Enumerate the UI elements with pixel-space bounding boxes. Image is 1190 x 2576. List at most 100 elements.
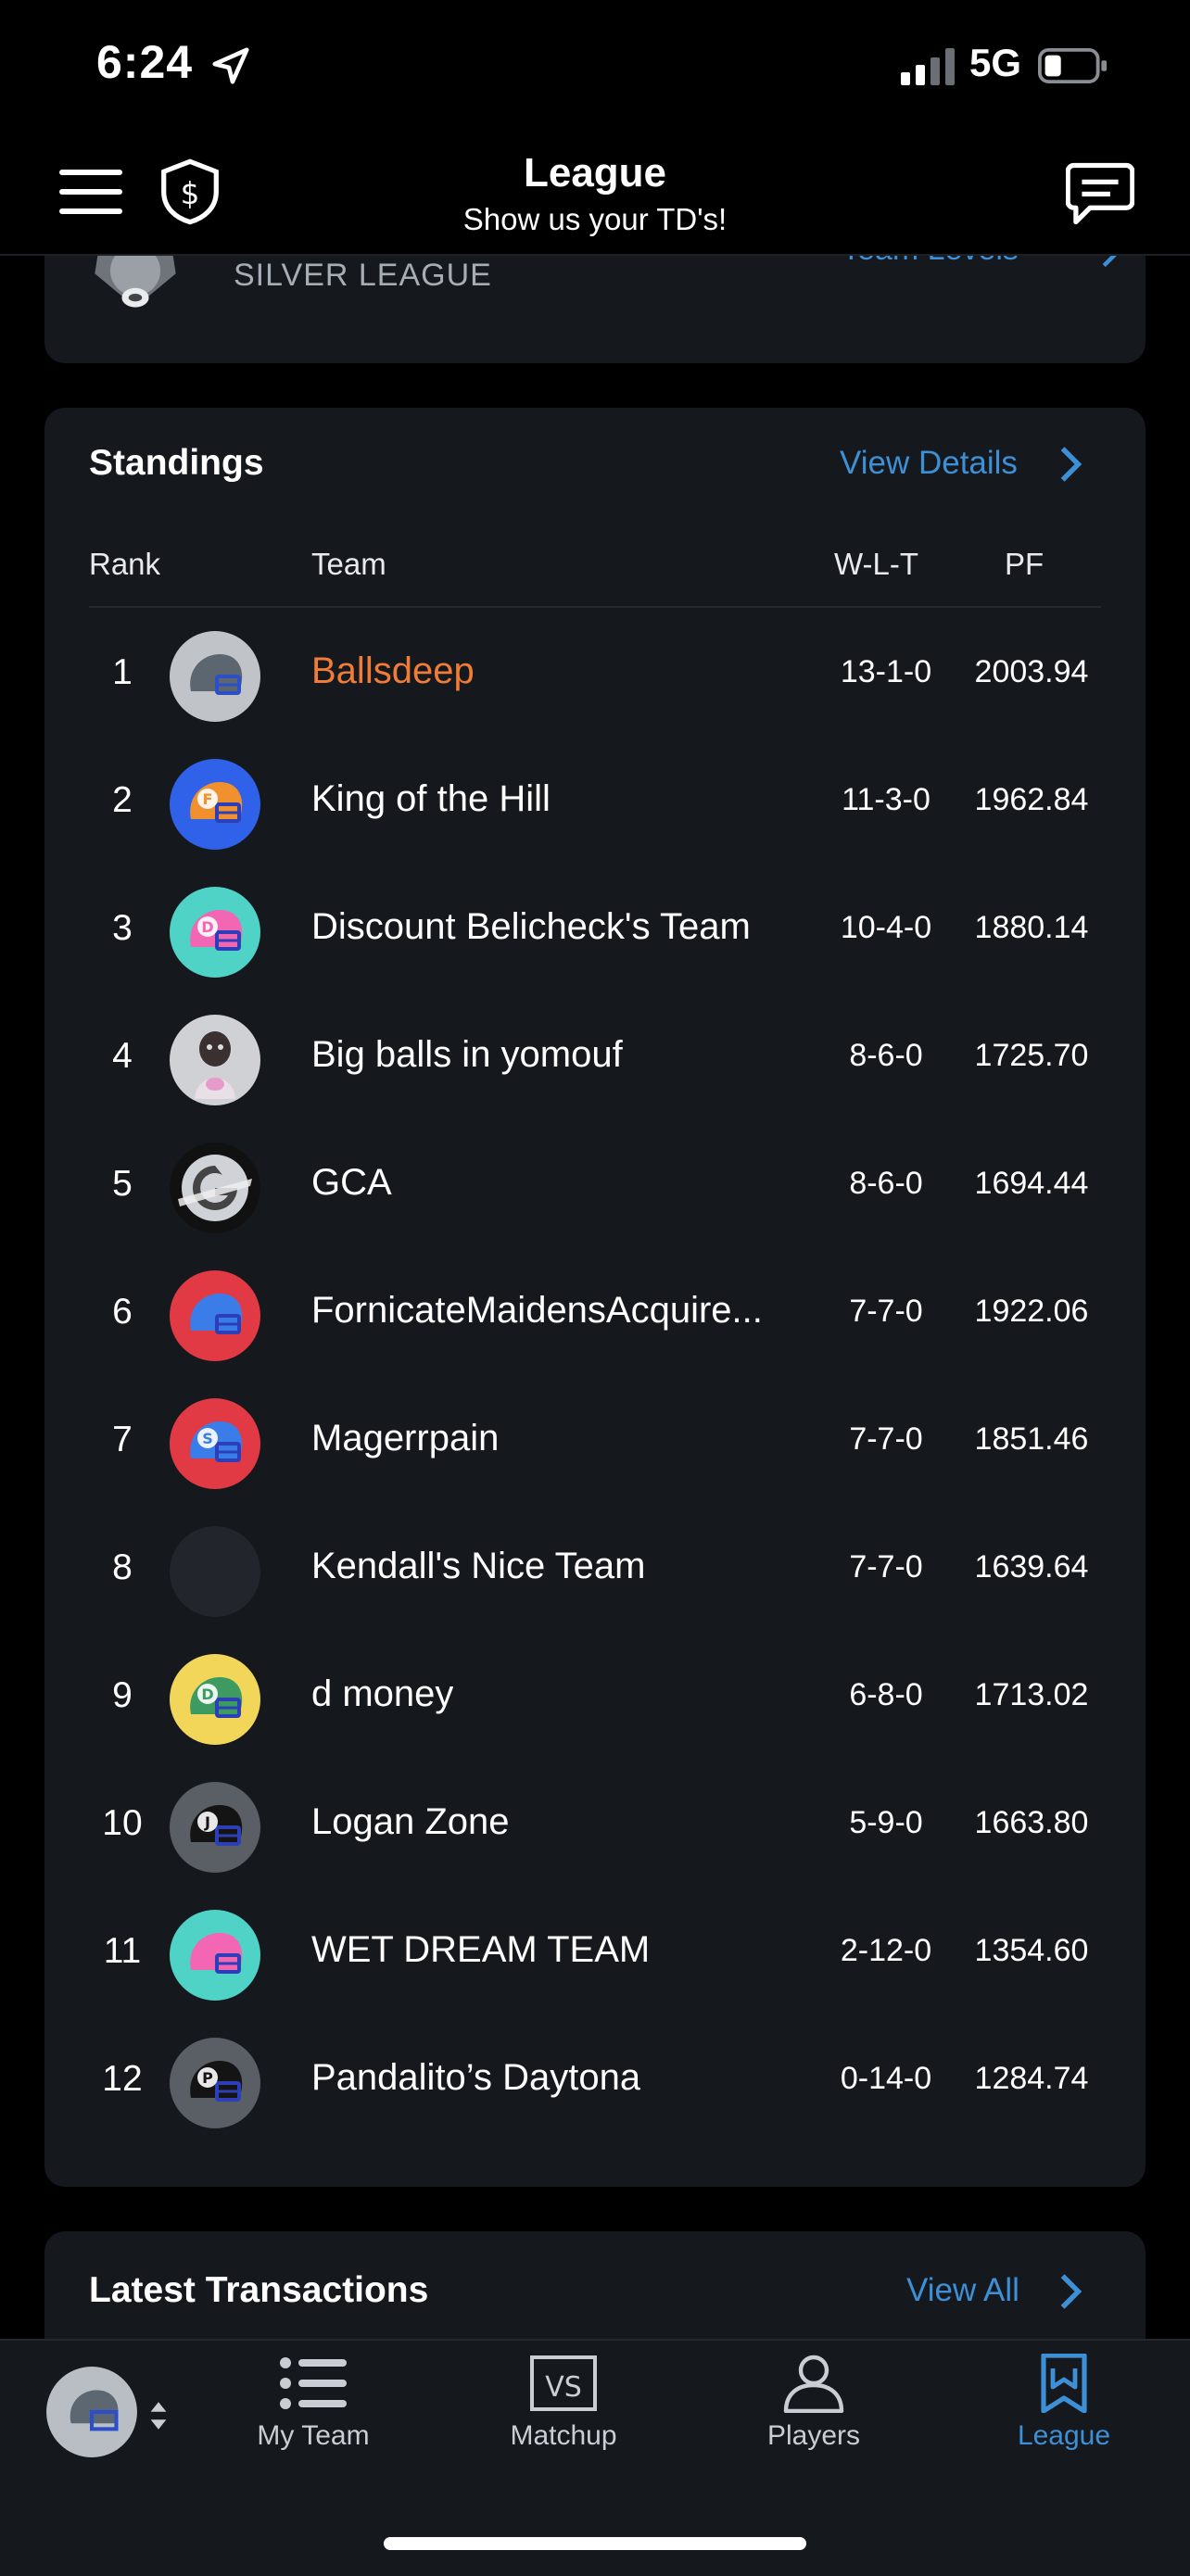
column-header-rank[interactable]: Rank <box>89 547 160 582</box>
team-points-for: 1851.46 <box>974 1421 1089 1457</box>
team-avatar-icon[interactable]: D <box>169 1653 261 1746</box>
standings-row[interactable]: 11 WET DREAM TEAM 2-12-0 1354.60 <box>44 1890 1146 2018</box>
team-name[interactable]: WET DREAM TEAM <box>311 1929 650 1971</box>
team-rank: 8 <box>112 1547 133 1587</box>
team-name[interactable]: Magerrpain <box>311 1418 499 1459</box>
team-name[interactable]: King of the Hill <box>311 778 551 820</box>
tab-label: My Team <box>257 2420 370 2451</box>
team-record: 7-7-0 <box>849 1421 923 1457</box>
team-name[interactable]: Ballsdeep <box>311 650 475 692</box>
team-avatar-icon[interactable]: F <box>169 758 261 851</box>
standings-row[interactable]: 9 Dd money 6-8-0 1713.02 <box>44 1635 1146 1762</box>
column-header-team[interactable]: Team <box>311 547 386 582</box>
team-points-for: 1354.60 <box>974 1933 1089 1968</box>
standings-row[interactable]: 7 S Magerrpain 7-7-0 1851.46 <box>44 1379 1146 1507</box>
person-icon <box>783 2355 844 2413</box>
team-record: 2-12-0 <box>840 1933 932 1968</box>
view-details-link[interactable]: View Details <box>840 445 1018 482</box>
standings-title: Standings <box>89 443 264 483</box>
svg-text:S: S <box>202 1430 213 1447</box>
team-avatar-icon[interactable] <box>169 1142 261 1234</box>
team-rank: 11 <box>103 1931 142 1971</box>
team-record: 10-4-0 <box>840 910 932 945</box>
team-rank: 5 <box>112 1164 133 1204</box>
team-rank: 4 <box>112 1036 133 1076</box>
team-name[interactable]: Logan Zone <box>311 1801 510 1843</box>
standings-row[interactable]: 4 Big balls in yomouf 8-6-0 1725.70 <box>44 995 1146 1123</box>
team-points-for: 1694.44 <box>974 1166 1089 1201</box>
status-bar: 6:24 5G <box>0 0 1190 130</box>
team-rank: 2 <box>112 780 133 820</box>
chevron-right-icon[interactable] <box>1058 445 1082 484</box>
tab-players[interactable]: Players <box>721 2354 906 2493</box>
team-switcher-avatar[interactable] <box>44 2365 139 2459</box>
team-name[interactable]: GCA <box>311 1162 392 1204</box>
team-points-for: 1725.70 <box>974 1038 1089 1073</box>
tab-league[interactable]: League <box>971 2354 1157 2493</box>
team-name[interactable]: Pandalito’s Daytona <box>311 2057 640 2099</box>
tab-my-team[interactable]: My Team <box>221 2354 406 2493</box>
team-points-for: 2003.94 <box>974 654 1089 689</box>
transactions-title: Latest Transactions <box>89 2270 429 2310</box>
team-avatar-icon[interactable] <box>169 1525 261 1618</box>
team-name[interactable]: FornicateMaidensAcquire... <box>311 1290 763 1332</box>
standings-row[interactable]: 2 F King of the Hill 11-3-0 1962.84 <box>44 739 1146 867</box>
team-record: 11-3-0 <box>842 782 930 817</box>
team-points-for: 1663.80 <box>974 1805 1089 1840</box>
svg-text:F: F <box>203 790 213 808</box>
team-record: 8-6-0 <box>849 1038 923 1073</box>
vs-icon: VS <box>530 2355 597 2411</box>
tab-matchup[interactable]: VS Matchup <box>471 2354 656 2493</box>
team-name[interactable]: d money <box>311 1673 453 1715</box>
team-avatar-icon[interactable] <box>169 1014 261 1106</box>
team-avatar-icon[interactable]: P <box>169 2037 261 2129</box>
team-points-for: 1284.74 <box>974 2061 1089 2096</box>
page-title: League <box>523 150 667 196</box>
team-name[interactable]: Discount Belicheck's Team <box>311 906 751 948</box>
standings-row[interactable]: 1 Ballsdeep 13-1-0 2003.94 <box>44 612 1146 739</box>
column-header-pf[interactable]: PF <box>1005 547 1044 582</box>
standings-row[interactable]: 5 GCA 8-6-0 1694.44 <box>44 1123 1146 1251</box>
team-avatar-icon[interactable] <box>169 1909 261 2001</box>
svg-text:D: D <box>201 1686 213 1703</box>
league-bookmark-icon <box>1041 2354 1087 2413</box>
standings-row[interactable]: 12 P Pandalito’s Daytona 0-14-0 1284.74 <box>44 2018 1146 2146</box>
team-record: 8-6-0 <box>849 1166 923 1201</box>
column-header-wlt[interactable]: W-L-T <box>834 547 918 582</box>
standings-row[interactable]: 3 D Discount Belicheck's Team 10-4-0 1880.14 <box>44 867 1146 995</box>
standings-row[interactable]: 8 Kendall's Nice Team 7-7-0 1639.64 <box>44 1507 1146 1635</box>
team-points-for: 1713.02 <box>974 1677 1089 1712</box>
team-rank: 9 <box>112 1675 133 1715</box>
location-arrow-icon <box>212 47 249 84</box>
standings-row[interactable]: 10 J Logan Zone 5-9-0 1663.80 <box>44 1762 1146 1890</box>
app-header: $ League Show us your TD's! <box>0 130 1190 256</box>
tab-label: Players <box>766 2420 861 2451</box>
svg-text:D: D <box>201 918 213 936</box>
team-record: 0-14-0 <box>840 2061 932 2096</box>
league-tier-label: SILVER LEAGUE <box>234 258 492 293</box>
team-points-for: 1962.84 <box>974 782 1089 817</box>
tab-label: Matchup <box>510 2420 617 2451</box>
team-record: 6-8-0 <box>849 1677 923 1712</box>
sort-arrows-icon[interactable] <box>146 2396 171 2435</box>
team-record: 7-7-0 <box>849 1294 923 1329</box>
team-rank: 6 <box>112 1292 133 1332</box>
team-name[interactable]: Big balls in yomouf <box>311 1034 623 1076</box>
svg-text:P: P <box>202 2069 213 2087</box>
network-type: 5G <box>969 41 1022 84</box>
standings-row[interactable]: 6 FornicateMaidensAcquire... 7-7-0 1922.06 <box>44 1251 1146 1379</box>
chat-icon[interactable] <box>1066 161 1134 226</box>
team-avatar-icon[interactable]: J <box>169 1781 261 1874</box>
team-avatar-icon[interactable] <box>169 1269 261 1362</box>
team-record: 5-9-0 <box>849 1805 923 1840</box>
team-rank: 7 <box>112 1420 133 1459</box>
view-all-link[interactable]: View All <box>906 2272 1019 2309</box>
chevron-right-icon[interactable] <box>1058 2272 1082 2311</box>
team-avatar-icon[interactable]: S <box>169 1397 261 1490</box>
standings-card: Standings View Details Rank Team W-L-T P… <box>44 408 1146 2187</box>
team-avatar-icon[interactable]: D <box>169 886 261 979</box>
svg-text:VS: VS <box>545 2371 582 2404</box>
team-name[interactable]: Kendall's Nice Team <box>311 1546 645 1587</box>
team-avatar-icon[interactable] <box>169 630 261 723</box>
cell-signal-icon <box>901 48 955 85</box>
